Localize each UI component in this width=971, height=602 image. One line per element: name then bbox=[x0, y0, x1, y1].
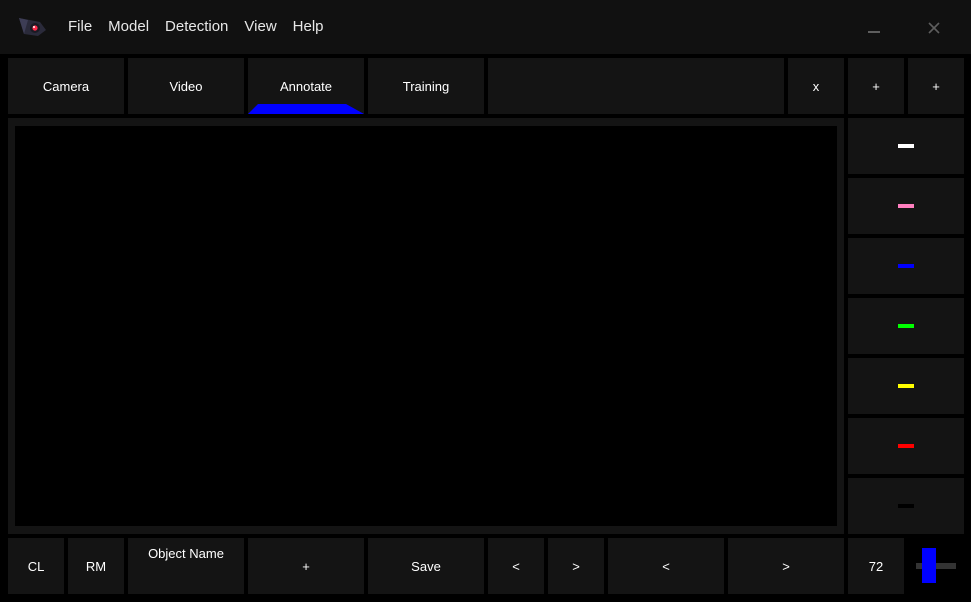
menu-file[interactable]: File bbox=[60, 0, 100, 54]
rm-button[interactable]: RM bbox=[68, 538, 124, 594]
title-bar: File Model Detection View Help bbox=[0, 0, 971, 54]
menu-view[interactable]: View bbox=[236, 0, 284, 54]
close-icon bbox=[928, 22, 940, 34]
tab-training[interactable]: Training bbox=[368, 58, 484, 114]
tab-camera[interactable]: Camera bbox=[8, 58, 124, 114]
swatch-yellow bbox=[898, 384, 914, 388]
swatch-blue bbox=[898, 264, 914, 268]
menu-bar: File Model Detection View Help bbox=[60, 0, 332, 54]
minimize-icon bbox=[868, 31, 880, 33]
menu-help[interactable]: Help bbox=[285, 0, 332, 54]
prev-button[interactable]: < bbox=[608, 538, 724, 594]
save-button[interactable]: Save bbox=[368, 538, 484, 594]
add-button-2[interactable]: + bbox=[908, 58, 964, 114]
menu-detection[interactable]: Detection bbox=[157, 0, 236, 54]
object-name-field[interactable]: Object Name bbox=[128, 538, 244, 594]
swatch-black bbox=[898, 504, 914, 508]
minimize-button[interactable] bbox=[858, 12, 890, 44]
tab-video[interactable]: Video bbox=[128, 58, 244, 114]
swatch-white bbox=[898, 144, 914, 148]
add-object-button[interactable]: + bbox=[248, 538, 364, 594]
close-tab-button[interactable]: x bbox=[788, 58, 844, 114]
swatch-pink bbox=[898, 204, 914, 208]
prev-small-button[interactable]: < bbox=[488, 538, 544, 594]
swatch-blue-button[interactable] bbox=[848, 238, 964, 294]
menu-model[interactable]: Model bbox=[100, 0, 157, 54]
slider-thumb[interactable] bbox=[922, 548, 936, 583]
add-button-1[interactable]: + bbox=[848, 58, 904, 114]
next-small-button[interactable]: > bbox=[548, 538, 604, 594]
value-display: 72 bbox=[848, 538, 904, 594]
tab-row-spacer bbox=[488, 58, 784, 114]
swatch-red bbox=[898, 444, 914, 448]
swatch-white-button[interactable] bbox=[848, 118, 964, 174]
swatch-pink-button[interactable] bbox=[848, 178, 964, 234]
close-window-button[interactable] bbox=[918, 12, 950, 44]
cl-button[interactable]: CL bbox=[8, 538, 64, 594]
swatch-black-button[interactable] bbox=[848, 478, 964, 534]
swatch-green-button[interactable] bbox=[848, 298, 964, 354]
swatch-yellow-button[interactable] bbox=[848, 358, 964, 414]
app-logo-icon bbox=[19, 18, 46, 36]
next-button[interactable]: > bbox=[728, 538, 844, 594]
swatch-red-button[interactable] bbox=[848, 418, 964, 474]
swatch-green bbox=[898, 324, 914, 328]
annotation-canvas[interactable] bbox=[15, 126, 837, 526]
active-tab-indicator bbox=[248, 104, 364, 114]
